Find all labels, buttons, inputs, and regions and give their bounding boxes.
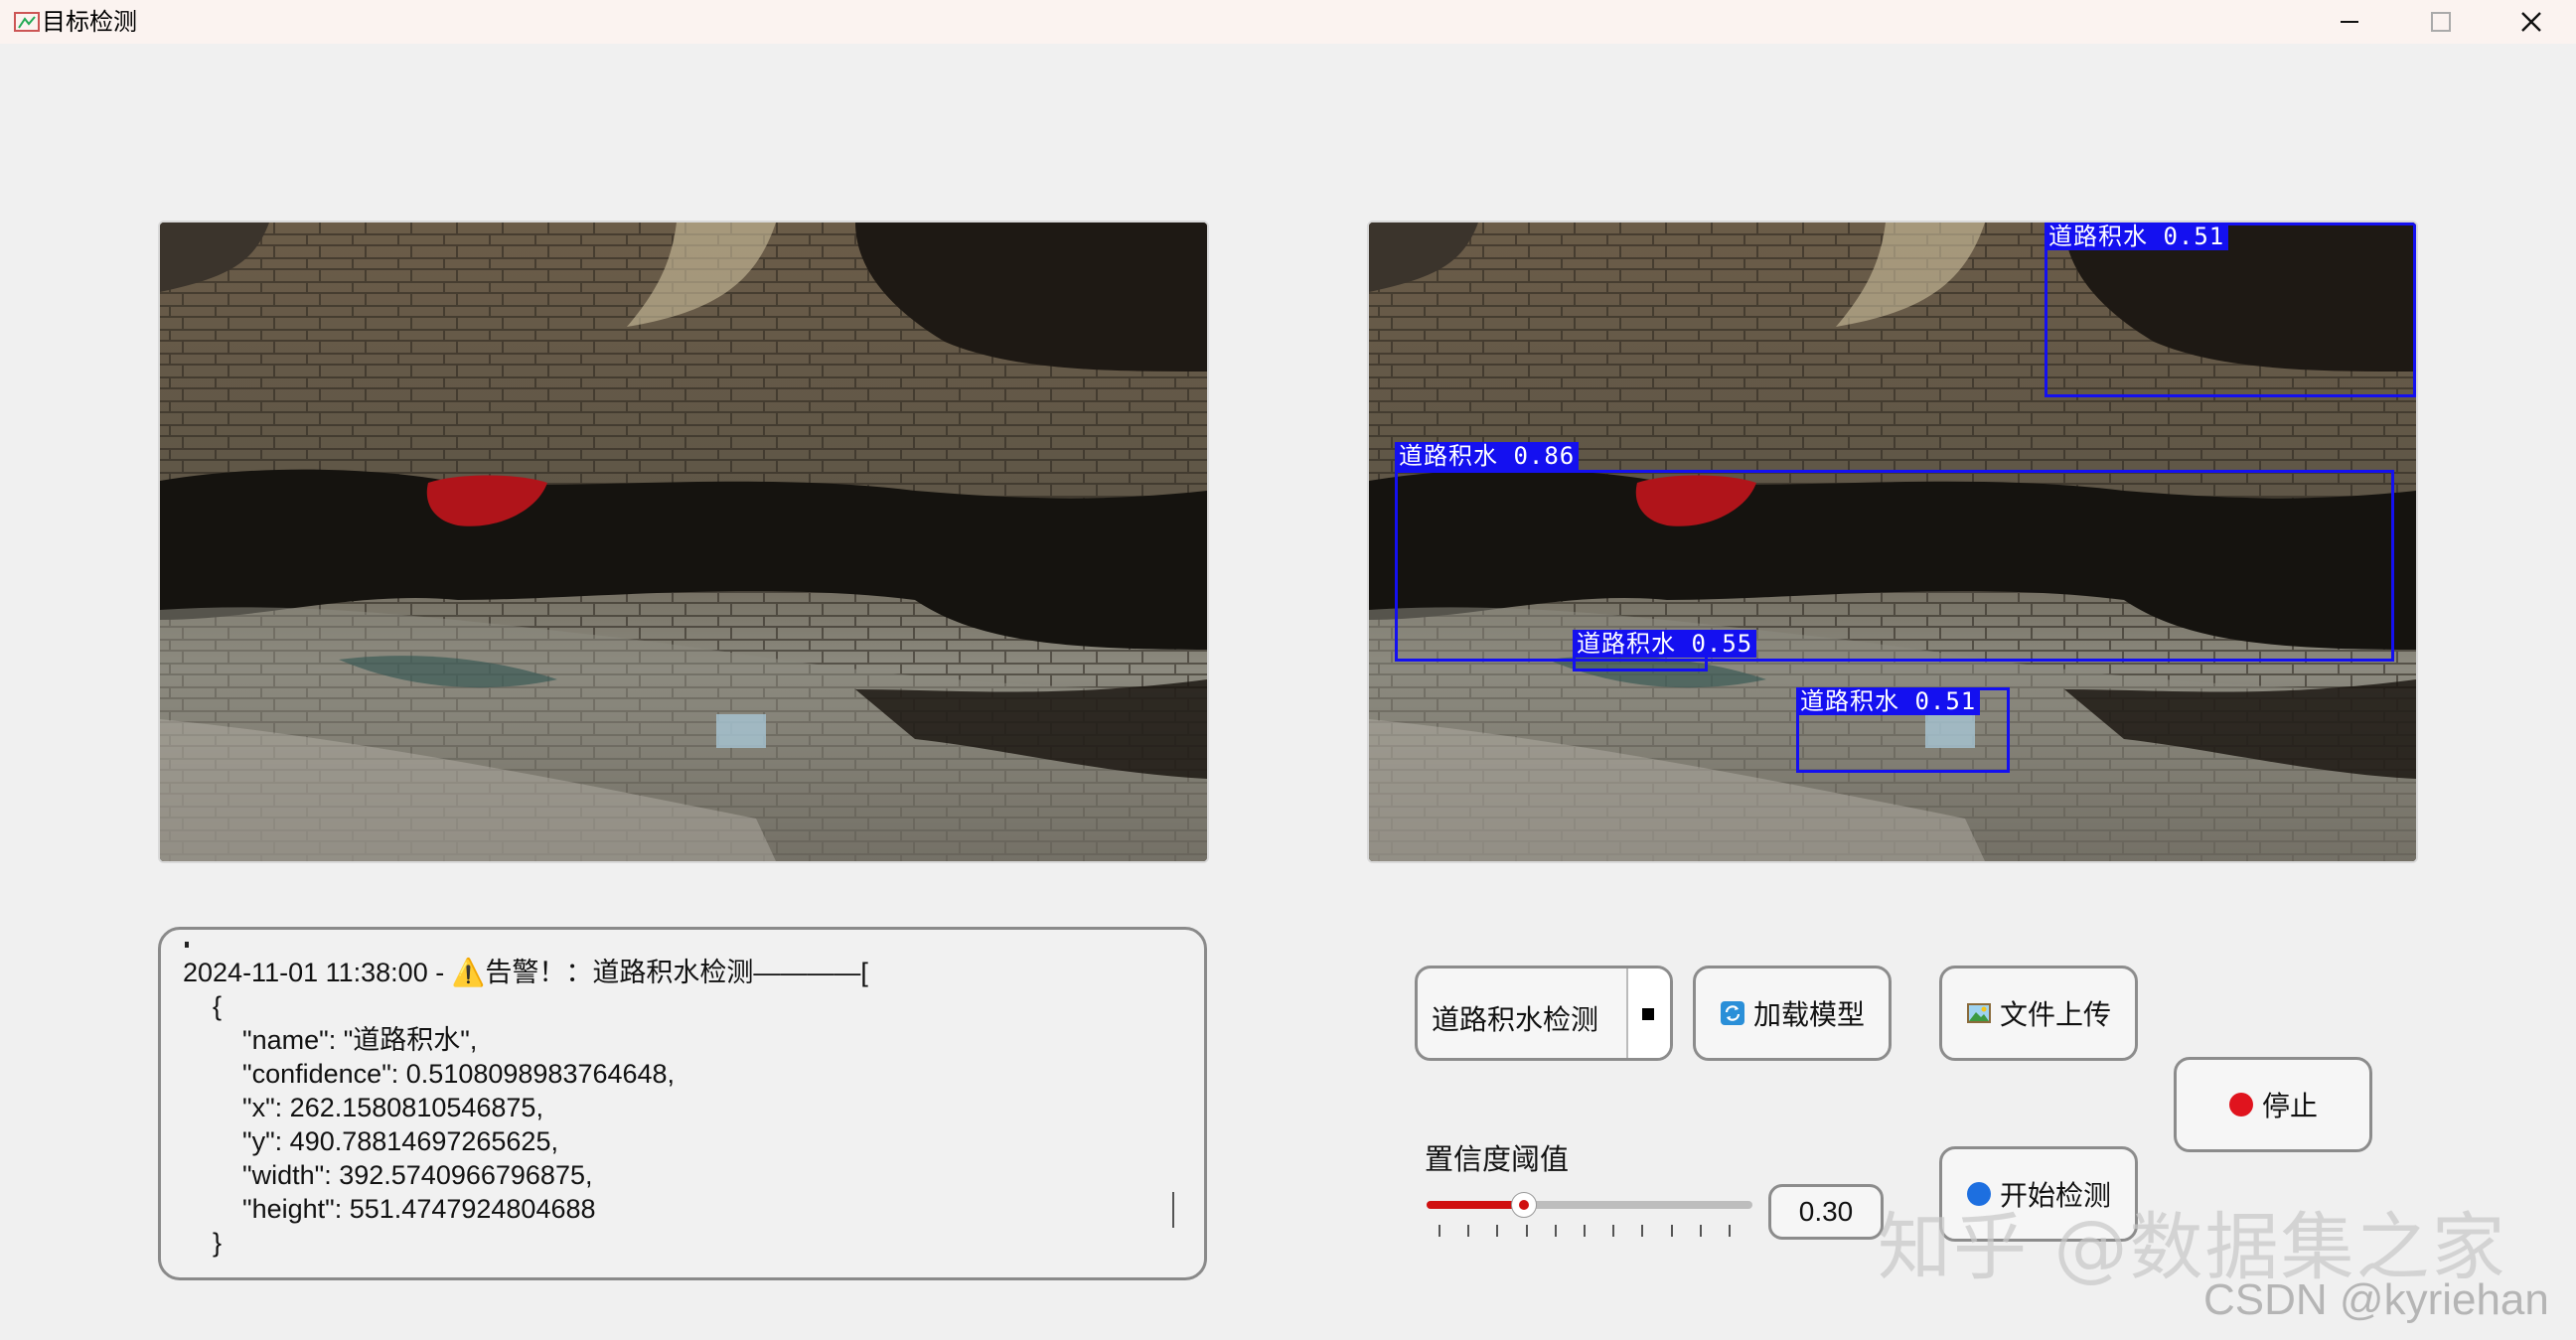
- dropdown-arrow-icon[interactable]: [1626, 968, 1670, 1058]
- maximize-icon[interactable]: [2394, 0, 2484, 44]
- detection-box: [1395, 470, 2394, 662]
- slider-fill: [1427, 1201, 1525, 1209]
- scroll-indicator[interactable]: [1172, 1192, 1174, 1228]
- stop-button[interactable]: 停止: [2174, 1057, 2372, 1152]
- slider-tick: [1496, 1225, 1499, 1237]
- red-circle-icon: [2228, 1093, 2253, 1117]
- stop-label: 停止: [2261, 1091, 2318, 1121]
- result-image: 道路积水 0.51 道路积水 0.86 道路积水 0.55 道路积水 0.51: [1367, 221, 2418, 863]
- slider-thumb[interactable]: [1511, 1192, 1538, 1218]
- model-select[interactable]: 道路积水检测: [1415, 966, 1673, 1061]
- load-model-button[interactable]: 加载模型: [1693, 966, 1892, 1061]
- slider-tick: [1584, 1225, 1586, 1237]
- log-text: 2024-11-01 11:38:00 - ⚠️告警！：道路积水检测————[ …: [183, 958, 868, 1258]
- source-image: [158, 221, 1209, 863]
- log-output[interactable]: 2024-11-01 11:38:00 - ⚠️告警！：道路积水检测————[ …: [158, 927, 1207, 1280]
- detection-label: 道路积水 0.55: [1573, 630, 1757, 658]
- model-select-value: 道路积水检测: [1432, 1004, 1599, 1035]
- detection-label: 道路积水 0.51: [1796, 687, 1981, 715]
- slider-tick: [1612, 1225, 1615, 1237]
- puddle-photo: [160, 223, 1207, 861]
- refresh-icon: [1720, 1001, 1744, 1025]
- slider-tick: [1729, 1225, 1731, 1237]
- window-title: 目标检测: [42, 8, 137, 36]
- threshold-label: 置信度阈值: [1425, 1144, 1570, 1176]
- slider-tick: [1641, 1225, 1644, 1237]
- slider-tick: [1554, 1225, 1557, 1237]
- slider-tick: [1467, 1225, 1470, 1237]
- close-icon[interactable]: [2487, 0, 2576, 44]
- load-model-label: 加载模型: [1752, 999, 1865, 1030]
- detection-label: 道路积水 0.86: [1395, 442, 1580, 470]
- upload-label: 文件上传: [1999, 999, 2111, 1030]
- slider-tick: [1699, 1225, 1702, 1237]
- csdn-watermark: CSDN @kyriehan: [2203, 1275, 2549, 1324]
- detection-label: 道路积水 0.51: [2045, 223, 2229, 250]
- slider-tick: [1525, 1225, 1528, 1237]
- text-caret: [185, 942, 189, 948]
- upload-button[interactable]: 文件上传: [1939, 966, 2138, 1061]
- app-icon: [14, 12, 40, 32]
- slider-tick: [1439, 1225, 1440, 1237]
- threshold-value[interactable]: 0.30: [1768, 1184, 1884, 1240]
- title-bar: 目标检测: [0, 0, 2576, 44]
- minimize-icon[interactable]: [2305, 0, 2394, 44]
- threshold-slider[interactable]: [1427, 1192, 1752, 1218]
- slider-tick: [1670, 1225, 1673, 1237]
- picture-icon: [1966, 1003, 1991, 1023]
